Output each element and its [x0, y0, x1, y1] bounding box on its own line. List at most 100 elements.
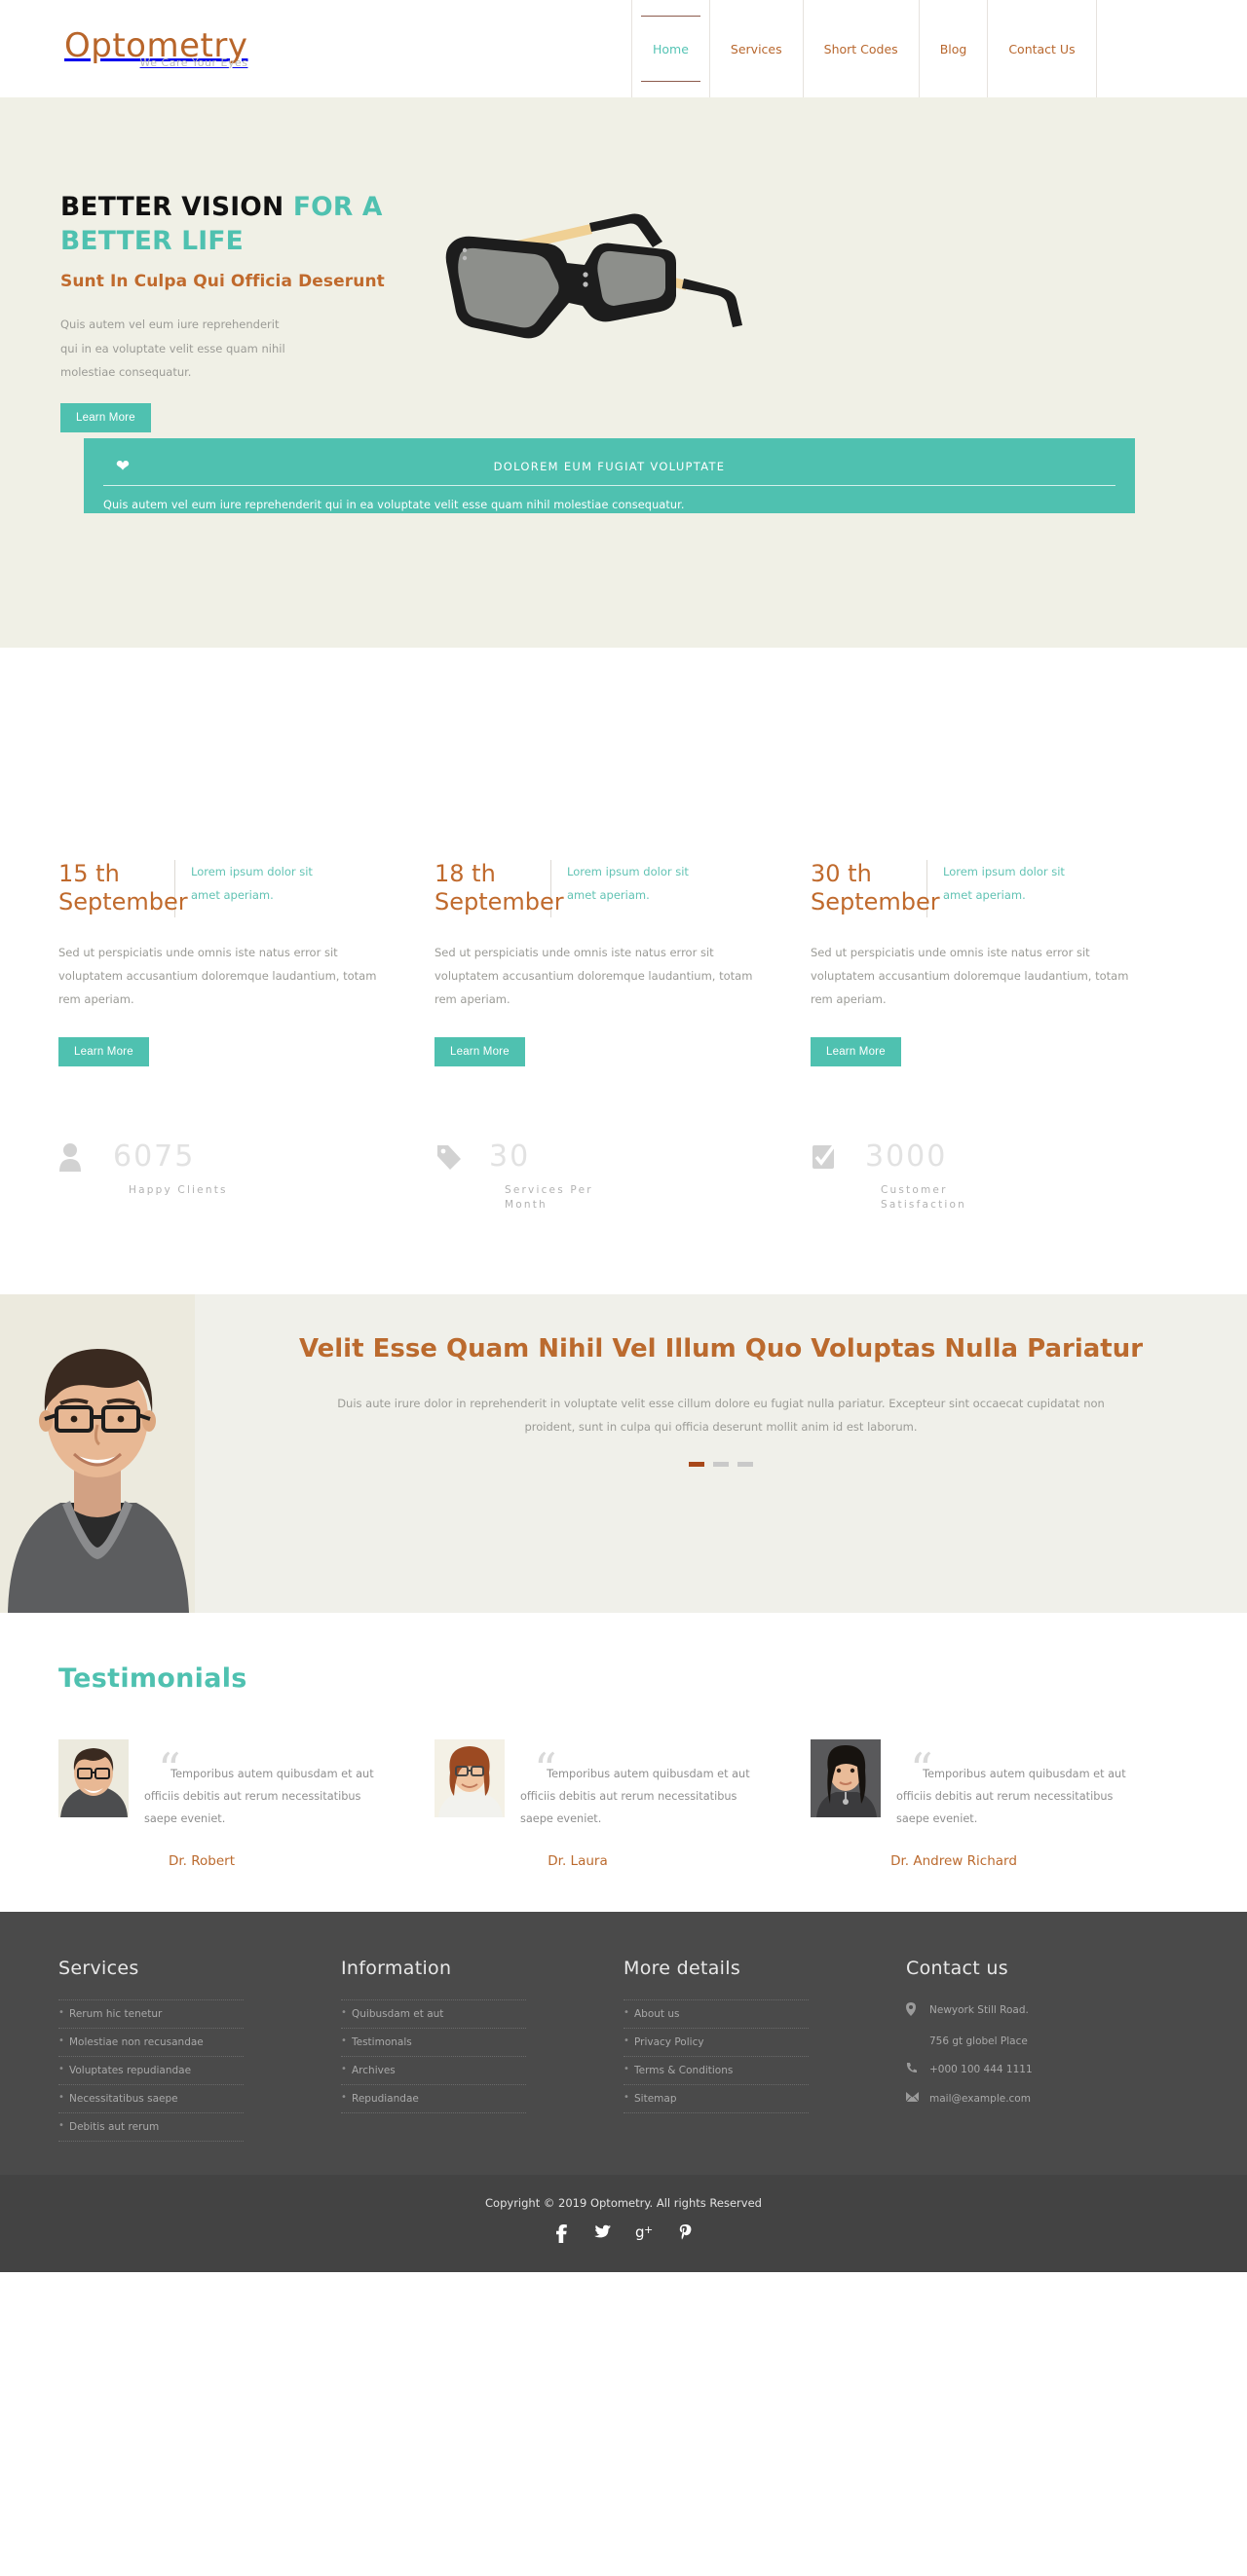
testimonial-avatar — [811, 1739, 881, 1818]
footer-link[interactable]: Molestiae non recusandae — [58, 2029, 244, 2058]
testimonial-author: Dr. Robert — [168, 1853, 236, 1870]
quote-heading: Velit Esse Quam Nihil Vel Illum Quo Volu… — [298, 1334, 1144, 1364]
footer-link[interactable]: Necessitatibus saepe — [58, 2085, 244, 2114]
user-icon — [58, 1142, 113, 1172]
stat-number: 30 — [489, 1139, 531, 1174]
carousel-indicators — [253, 1462, 1189, 1468]
event-month: September — [58, 888, 188, 916]
testimonial-author: Dr. Laura — [548, 1853, 608, 1870]
event-card: 15 th September Lorem ipsum dolor sit am… — [58, 860, 435, 1066]
promo-banner-description: Quis autem vel eum iure reprehenderit qu… — [103, 499, 685, 511]
smiling-man-portrait — [0, 1294, 195, 1614]
hero-learn-more-button[interactable]: Learn More — [60, 402, 151, 432]
testimonials-section: Testimonials “ Temporibus autem quibusda… — [0, 1613, 1247, 1870]
tag-icon — [435, 1142, 489, 1172]
stat-item: 3000 Customer Satisfaction — [811, 1141, 1187, 1213]
footer-link[interactable]: Voluptates repudiandae — [58, 2057, 244, 2086]
events-section: 15 th September Lorem ipsum dolor sit am… — [58, 648, 1189, 1066]
stat-label: Customer Satisfaction — [881, 1183, 967, 1212]
check-square-icon — [811, 1142, 865, 1172]
testimonial-text: Temporibus autem quibusdam et aut offici… — [520, 1768, 750, 1825]
hero-section: BETTER VISION FOR A BETTER LIFE Sunt In … — [0, 97, 1247, 648]
contact-phone-row[interactable]: +000 100 444 1111 — [906, 2062, 1189, 2079]
hero-heading-plain: BETTER VISION — [60, 192, 293, 222]
svg-text:+: + — [644, 2224, 653, 2236]
stat-label: Services Per Month — [505, 1183, 593, 1212]
footer-link[interactable]: About us — [624, 1999, 809, 2030]
quote-paragraph: Duis aute irure dolor in reprehenderit i… — [337, 1397, 1105, 1435]
nav-item-blog[interactable]: Blog — [920, 0, 989, 97]
map-pin-icon — [906, 2002, 929, 2022]
testimonial-text-wrap: “ Temporibus autem quibusdam et aut offi… — [881, 1739, 1142, 1830]
event-card: 18 th September Lorem ipsum dolor sit am… — [435, 860, 811, 1066]
footer-link-list: Quibusdam et aut Testimonals Archives Re… — [341, 1999, 526, 2114]
testimonials-row: “ Temporibus autem quibusdam et aut offi… — [58, 1739, 1189, 1869]
footer-link[interactable]: Terms & Conditions — [624, 2057, 809, 2086]
testimonial-text: Temporibus autem quibusdam et aut offici… — [144, 1768, 374, 1825]
carousel-dot-1[interactable] — [689, 1462, 704, 1468]
testimonial-avatar — [435, 1739, 505, 1818]
testimonial-text-wrap: “ Temporibus autem quibusdam et aut offi… — [505, 1739, 766, 1830]
site-logo[interactable]: Optometry We Care Your Eyes — [64, 29, 247, 69]
footer-link[interactable]: Quibusdam et aut — [341, 1999, 526, 2030]
footer-column-title: Contact us — [906, 1958, 1008, 1980]
hero-heading: BETTER VISION FOR A BETTER LIFE — [60, 190, 470, 258]
footer-column-services: Services Rerum hic tenetur Molestiae non… — [58, 1958, 341, 2143]
envelope-icon — [905, 2091, 929, 2108]
pinterest-icon[interactable] — [679, 2224, 692, 2247]
testimonial-card: “ Temporibus autem quibusdam et aut offi… — [435, 1739, 811, 1869]
event-date: 15 th September — [58, 860, 188, 917]
promo-banner-divider — [103, 485, 1115, 486]
testimonial-card: “ Temporibus autem quibusdam et aut offi… — [58, 1739, 435, 1869]
footer-column-title: Services — [58, 1958, 139, 1980]
event-month: September — [435, 888, 564, 916]
contact-email: mail@example.com — [929, 2092, 1031, 2105]
footer-column-contact: Contact us Newyork Still Road. 756 gt gl… — [905, 1958, 1189, 2142]
stat-item: 6075 Happy Clients — [58, 1141, 435, 1213]
phone-icon — [906, 2062, 929, 2079]
testimonial-card: “ Temporibus autem quibusdam et aut offi… — [811, 1739, 1187, 1869]
event-learn-more-button[interactable]: Learn More — [811, 1036, 901, 1066]
stat-label: Happy Clients — [129, 1183, 228, 1196]
googleplus-icon[interactable]: g + — [635, 2223, 655, 2247]
footer-link[interactable]: Testimonals — [341, 2029, 526, 2058]
event-subtitle: Lorem ipsum dolor sit amet aperiam. — [943, 865, 1065, 903]
event-learn-more-button[interactable]: Learn More — [58, 1036, 149, 1066]
event-subtitle: Lorem ipsum dolor sit amet aperiam. — [567, 865, 689, 903]
nav-item-contact-us[interactable]: Contact Us — [988, 0, 1097, 97]
facebook-icon[interactable] — [555, 2224, 567, 2247]
promo-banner-title: DOLOREM EUM FUGIAT VOLUPTATE — [493, 460, 726, 473]
event-date: 30 th September — [811, 860, 940, 917]
contact-address-row: Newyork Still Road. — [906, 2002, 1189, 2022]
footer-link[interactable]: Privacy Policy — [624, 2029, 809, 2058]
hero-eyeglasses-image — [431, 205, 762, 341]
nav-item-short-codes[interactable]: Short Codes — [804, 0, 920, 97]
footer-link-list: About us Privacy Policy Terms & Conditio… — [624, 1999, 809, 2114]
hero-subheading: Sunt In Culpa Qui Officia Deserunt — [60, 272, 385, 292]
social-links: g + — [0, 2223, 1247, 2247]
carousel-dot-2[interactable] — [713, 1462, 729, 1468]
nav-item-home[interactable]: Home — [631, 0, 710, 97]
testimonials-title: Testimonials — [58, 1663, 247, 1695]
quote-portrait-image — [0, 1294, 195, 1614]
testimonial-text-wrap: “ Temporibus autem quibusdam et aut offi… — [129, 1739, 390, 1830]
footer-link[interactable]: Sitemap — [624, 2085, 809, 2114]
event-card: 30 th September Lorem ipsum dolor sit am… — [811, 860, 1187, 1066]
twitter-icon[interactable] — [591, 2224, 611, 2247]
contact-email-row[interactable]: mail@example.com — [905, 2091, 1189, 2108]
footer-link[interactable]: Rerum hic tenetur — [58, 1999, 244, 2030]
footer-link[interactable]: Repudiandae — [341, 2085, 526, 2114]
event-learn-more-button[interactable]: Learn More — [435, 1036, 525, 1066]
eyeglasses-icon — [445, 213, 742, 339]
nav-item-services[interactable]: Services — [710, 0, 804, 97]
statistics-section: 6075 Happy Clients 30 Services Per Month… — [58, 1066, 1189, 1213]
event-day: 15 th — [58, 860, 120, 887]
carousel-dot-3[interactable] — [737, 1462, 753, 1468]
testimonial-text: Temporibus autem quibusdam et aut offici… — [896, 1768, 1126, 1825]
footer-link[interactable]: Archives — [341, 2057, 526, 2086]
footer-link[interactable]: Debitis aut rerum — [58, 2113, 244, 2143]
testimonial-author: Dr. Andrew Richard — [890, 1853, 1017, 1870]
footer-link-list: Rerum hic tenetur Molestiae non recusand… — [58, 1999, 244, 2143]
contact-info-list: Newyork Still Road. 756 gt globel Place … — [905, 2002, 1189, 2108]
promo-banner: ❤ DOLOREM EUM FUGIAT VOLUPTATE Quis aute… — [84, 438, 1135, 513]
